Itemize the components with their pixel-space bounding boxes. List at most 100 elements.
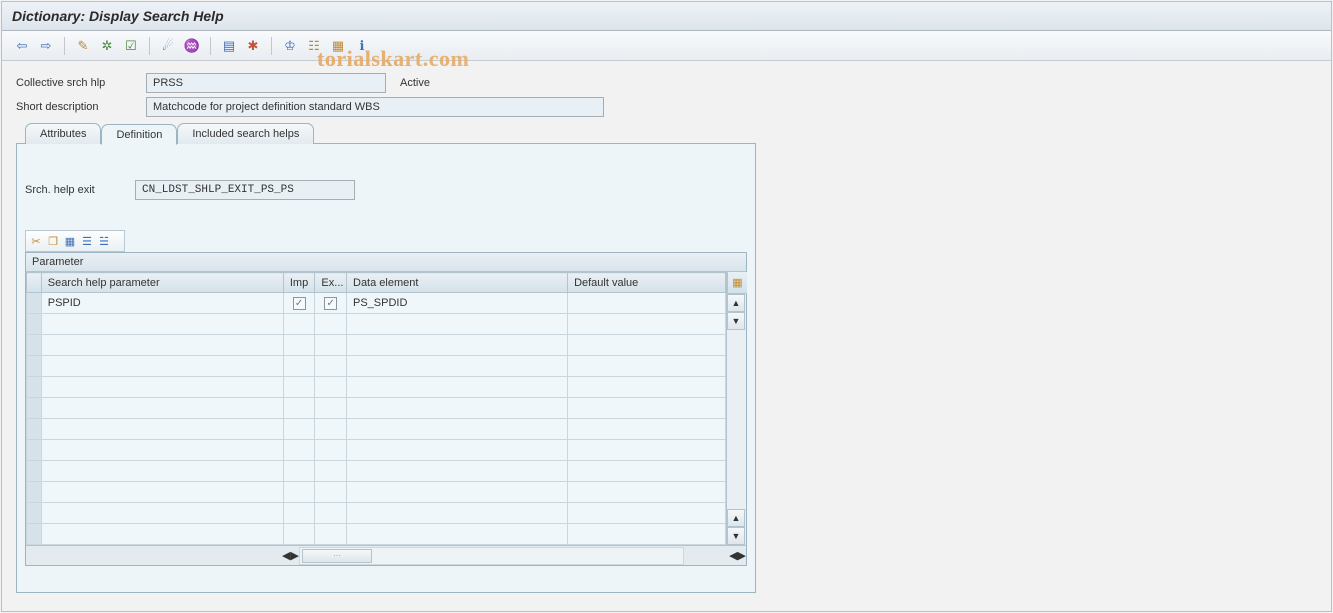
- row-selector-header[interactable]: [27, 273, 42, 293]
- cell-param[interactable]: [41, 356, 283, 377]
- cell-param[interactable]: [41, 335, 283, 356]
- cell-param[interactable]: [41, 398, 283, 419]
- scroll-right-icon[interactable]: ▶: [290, 549, 298, 562]
- cell-param[interactable]: PSPID: [41, 293, 283, 314]
- copy-icon[interactable]: ❐: [45, 233, 61, 249]
- cell-default[interactable]: [568, 314, 726, 335]
- cell-param[interactable]: [41, 482, 283, 503]
- cell-exp[interactable]: [315, 335, 347, 356]
- cell-exp[interactable]: [315, 314, 347, 335]
- scroll-left2-icon[interactable]: ◀: [729, 549, 737, 562]
- cell-exp[interactable]: [315, 377, 347, 398]
- hscroll-thumb[interactable]: ⋯: [302, 549, 372, 563]
- cell-imp[interactable]: [283, 503, 315, 524]
- object-directory-icon[interactable]: ✱: [243, 36, 263, 56]
- shortdesc-input[interactable]: [146, 97, 604, 117]
- technical-icon[interactable]: ▦: [328, 36, 348, 56]
- row-selector[interactable]: [27, 419, 42, 440]
- cell-param[interactable]: [41, 461, 283, 482]
- hscroll-track[interactable]: ⋯: [299, 547, 684, 565]
- horizontal-scrollbar[interactable]: ◀ ▶ ⋯ ◀ ▶: [26, 545, 746, 565]
- cell-imp[interactable]: [283, 398, 315, 419]
- cell-data-element[interactable]: [347, 398, 568, 419]
- cell-imp[interactable]: [283, 377, 315, 398]
- cell-param[interactable]: [41, 377, 283, 398]
- cell-data-element[interactable]: [347, 524, 568, 545]
- exit-input[interactable]: [135, 180, 355, 200]
- display-list-icon[interactable]: ▤: [219, 36, 239, 56]
- cell-data-element[interactable]: [347, 482, 568, 503]
- col-param[interactable]: Search help parameter: [41, 273, 283, 293]
- scroll-down-icon[interactable]: ▼: [727, 312, 745, 330]
- cell-default[interactable]: [568, 440, 726, 461]
- row-selector[interactable]: [27, 377, 42, 398]
- tab-attributes[interactable]: Attributes: [25, 123, 101, 144]
- cell-default[interactable]: [568, 482, 726, 503]
- cell-exp[interactable]: ✓: [315, 293, 347, 314]
- cell-exp[interactable]: [315, 482, 347, 503]
- forward-icon[interactable]: ⇨: [36, 36, 56, 56]
- cell-default[interactable]: [568, 398, 726, 419]
- row-selector[interactable]: [27, 461, 42, 482]
- vertical-scrollbar[interactable]: ▦ ▲ ▼ ▲ ▼: [726, 272, 746, 545]
- cell-data-element[interactable]: [347, 335, 568, 356]
- cell-imp[interactable]: [283, 356, 315, 377]
- insert-row-icon[interactable]: ☰: [79, 233, 95, 249]
- cell-default[interactable]: [568, 293, 726, 314]
- cell-default[interactable]: [568, 335, 726, 356]
- cut-icon[interactable]: ✂: [28, 233, 44, 249]
- cell-exp[interactable]: [315, 461, 347, 482]
- cell-param[interactable]: [41, 503, 283, 524]
- cell-imp[interactable]: [283, 524, 315, 545]
- where-used-icon[interactable]: ♒: [182, 36, 202, 56]
- row-selector[interactable]: [27, 314, 42, 335]
- cell-exp[interactable]: [315, 524, 347, 545]
- row-selector[interactable]: [27, 335, 42, 356]
- cell-data-element[interactable]: [347, 440, 568, 461]
- scroll-down2-icon[interactable]: ▼: [727, 527, 745, 545]
- paste-icon[interactable]: ▦: [62, 233, 78, 249]
- collective-input[interactable]: [146, 73, 386, 93]
- cell-param[interactable]: [41, 314, 283, 335]
- tab-included[interactable]: Included search helps: [177, 123, 314, 144]
- row-selector[interactable]: [27, 356, 42, 377]
- cell-param[interactable]: [41, 419, 283, 440]
- cell-imp[interactable]: [283, 461, 315, 482]
- cell-imp[interactable]: [283, 440, 315, 461]
- scroll-track[interactable]: [727, 330, 746, 509]
- cell-exp[interactable]: [315, 356, 347, 377]
- cell-default[interactable]: [568, 461, 726, 482]
- row-selector[interactable]: [27, 293, 42, 314]
- cell-imp[interactable]: [283, 419, 315, 440]
- documentation-icon[interactable]: ℹ: [352, 36, 372, 56]
- checkbox-icon[interactable]: ✓: [324, 297, 337, 310]
- col-exp[interactable]: Ex...: [315, 273, 347, 293]
- cell-default[interactable]: [568, 503, 726, 524]
- hierarchy-icon[interactable]: ♔: [280, 36, 300, 56]
- cell-data-element[interactable]: [347, 419, 568, 440]
- cell-exp[interactable]: [315, 503, 347, 524]
- checkbox-icon[interactable]: ✓: [293, 297, 306, 310]
- cell-data-element[interactable]: [347, 356, 568, 377]
- cell-default[interactable]: [568, 524, 726, 545]
- col-def[interactable]: Default value: [568, 273, 726, 293]
- cell-imp[interactable]: [283, 314, 315, 335]
- cell-default[interactable]: [568, 377, 726, 398]
- display-change-icon[interactable]: ✎: [73, 36, 93, 56]
- other-object-icon[interactable]: ✲: [97, 36, 117, 56]
- back-icon[interactable]: ⇦: [12, 36, 32, 56]
- row-selector[interactable]: [27, 503, 42, 524]
- delete-row-icon[interactable]: ☱: [96, 233, 112, 249]
- row-selector[interactable]: [27, 482, 42, 503]
- row-selector[interactable]: [27, 440, 42, 461]
- cell-data-element[interactable]: [347, 377, 568, 398]
- cell-exp[interactable]: [315, 398, 347, 419]
- scroll-left-icon[interactable]: ◀: [282, 549, 290, 562]
- activate-icon[interactable]: ☄: [158, 36, 178, 56]
- scroll-right2-icon[interactable]: ▶: [738, 549, 746, 562]
- check-icon[interactable]: ☑: [121, 36, 141, 56]
- cell-param[interactable]: [41, 440, 283, 461]
- tab-definition[interactable]: Definition: [101, 124, 177, 145]
- cell-exp[interactable]: [315, 419, 347, 440]
- cell-exp[interactable]: [315, 440, 347, 461]
